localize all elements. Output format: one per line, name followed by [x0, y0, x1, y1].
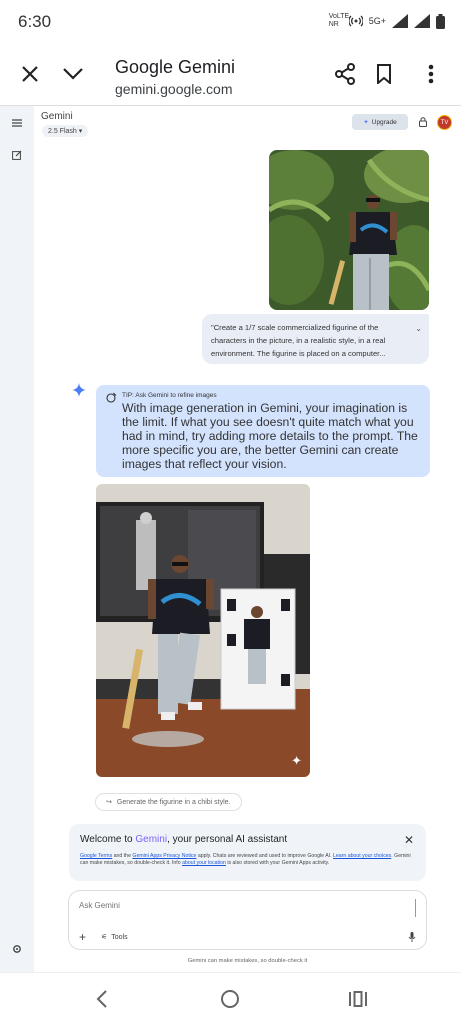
more-vert-icon[interactable] — [417, 60, 445, 88]
tip-heading: TIP: Ask Gemini to refine images — [122, 392, 217, 399]
welcome-title-post: , your personal AI assistant — [167, 834, 288, 845]
page-title: Google Gemini — [115, 57, 236, 77]
status-icons: VoLTE NR 5G+ — [329, 13, 445, 29]
status-bar: 6:30 VoLTE NR 5G+ — [0, 0, 461, 44]
prompt-input[interactable] — [79, 901, 379, 910]
chat-area: Gemini 2.5 Flash ▾ ✦ Upgrade TV "Create … — [34, 106, 461, 972]
terms-link[interactable]: Google Terms — [80, 853, 112, 859]
learn-link[interactable]: Learn about your choices — [333, 853, 391, 859]
battery-icon — [436, 13, 445, 29]
gemini-watermark-icon: ✦ — [291, 753, 302, 768]
five-g-label: 5G+ — [368, 16, 386, 26]
new-chat-icon[interactable] — [10, 148, 24, 162]
tools-label: Tools — [111, 933, 128, 941]
recents-icon[interactable] — [346, 987, 370, 1011]
sparkle-icon: ✦ — [363, 119, 369, 126]
uploaded-photo[interactable] — [269, 150, 429, 310]
menu-icon[interactable] — [10, 116, 24, 130]
tools-icon: ⚟ — [101, 934, 108, 941]
add-icon[interactable]: + — [79, 930, 86, 944]
app-name: Gemini — [41, 111, 73, 122]
avatar[interactable]: TV — [437, 115, 452, 130]
system-navigation-bar — [0, 972, 461, 1024]
tip-card: TIP: Ask Gemini to refine images With im… — [96, 385, 430, 477]
reply-arrow-icon: ↪ — [106, 799, 112, 806]
back-icon[interactable] — [90, 987, 114, 1011]
hotspot-icon — [348, 15, 363, 27]
welcome-card: Welcome to Gemini, your personal AI assi… — [69, 824, 426, 881]
suggestion-chip[interactable]: ↪ Generate the figurine in a chibi style… — [95, 793, 242, 811]
sidebar — [0, 106, 34, 972]
welcome-title-brand: Gemini — [135, 834, 168, 845]
privacy-link[interactable]: Gemini Apps Privacy Notice — [132, 853, 196, 859]
model-selector[interactable]: 2.5 Flash ▾ — [42, 125, 89, 137]
location-link[interactable]: about your location — [182, 860, 226, 866]
home-icon[interactable] — [218, 987, 242, 1011]
text-caret — [415, 899, 416, 917]
suggestion-label: Generate the figurine in a chibi style. — [116, 798, 231, 806]
refine-icon — [106, 392, 117, 403]
generated-image[interactable]: ✦ — [96, 484, 310, 777]
signal-icon-2 — [414, 14, 430, 28]
volte-label: VoLTE NR — [328, 13, 350, 28]
prompt-input-box[interactable]: + ⚟Tools — [68, 890, 427, 950]
welcome-title-pre: Welcome to — [80, 834, 136, 845]
upgrade-button[interactable]: ✦ Upgrade — [352, 114, 408, 130]
welcome-title: Welcome to Gemini, your personal AI assi… — [80, 834, 415, 845]
custom-tab-toolbar: Google Gemini gemini.google.com — [0, 44, 461, 106]
settings-icon[interactable] — [10, 942, 24, 956]
page-url: gemini.google.com — [115, 81, 233, 97]
signal-icon — [392, 14, 408, 28]
close-icon[interactable]: ✕ — [404, 833, 414, 847]
text-span: is also stored with your Gemini Apps act… — [225, 860, 330, 866]
status-time: 6:30 — [18, 12, 52, 31]
upgrade-label: Upgrade — [371, 118, 397, 126]
text-span: and the — [112, 853, 133, 859]
mic-icon[interactable] — [408, 932, 416, 942]
close-icon[interactable] — [16, 60, 44, 88]
disclaimer-text: Gemini can make mistakes, so double-chec… — [187, 958, 308, 964]
tip-body: With image generation in Gemini, your im… — [122, 401, 418, 471]
gemini-sparkle-icon — [72, 383, 86, 397]
tools-button[interactable]: ⚟ Tools — [101, 933, 128, 942]
chevron-down-icon[interactable] — [59, 60, 87, 88]
user-prompt-bubble[interactable]: "Create a 1/7 scale commercialized figur… — [202, 314, 429, 364]
bookmark-icon[interactable] — [370, 60, 398, 88]
chevron-down-icon: ▾ — [78, 128, 83, 135]
temporary-chat-icon[interactable] — [418, 117, 428, 127]
text-span: apply. Chats are reviewed and used to im… — [196, 853, 334, 859]
welcome-text: Google Terms and the Gemini Apps Privacy… — [80, 853, 415, 867]
expand-chevron-icon[interactable]: ⌄ — [415, 322, 422, 335]
share-icon[interactable] — [331, 60, 359, 88]
prompt-text: "Create a 1/7 scale commercialized figur… — [211, 323, 386, 358]
model-label: 2.5 Flash — [48, 128, 77, 135]
